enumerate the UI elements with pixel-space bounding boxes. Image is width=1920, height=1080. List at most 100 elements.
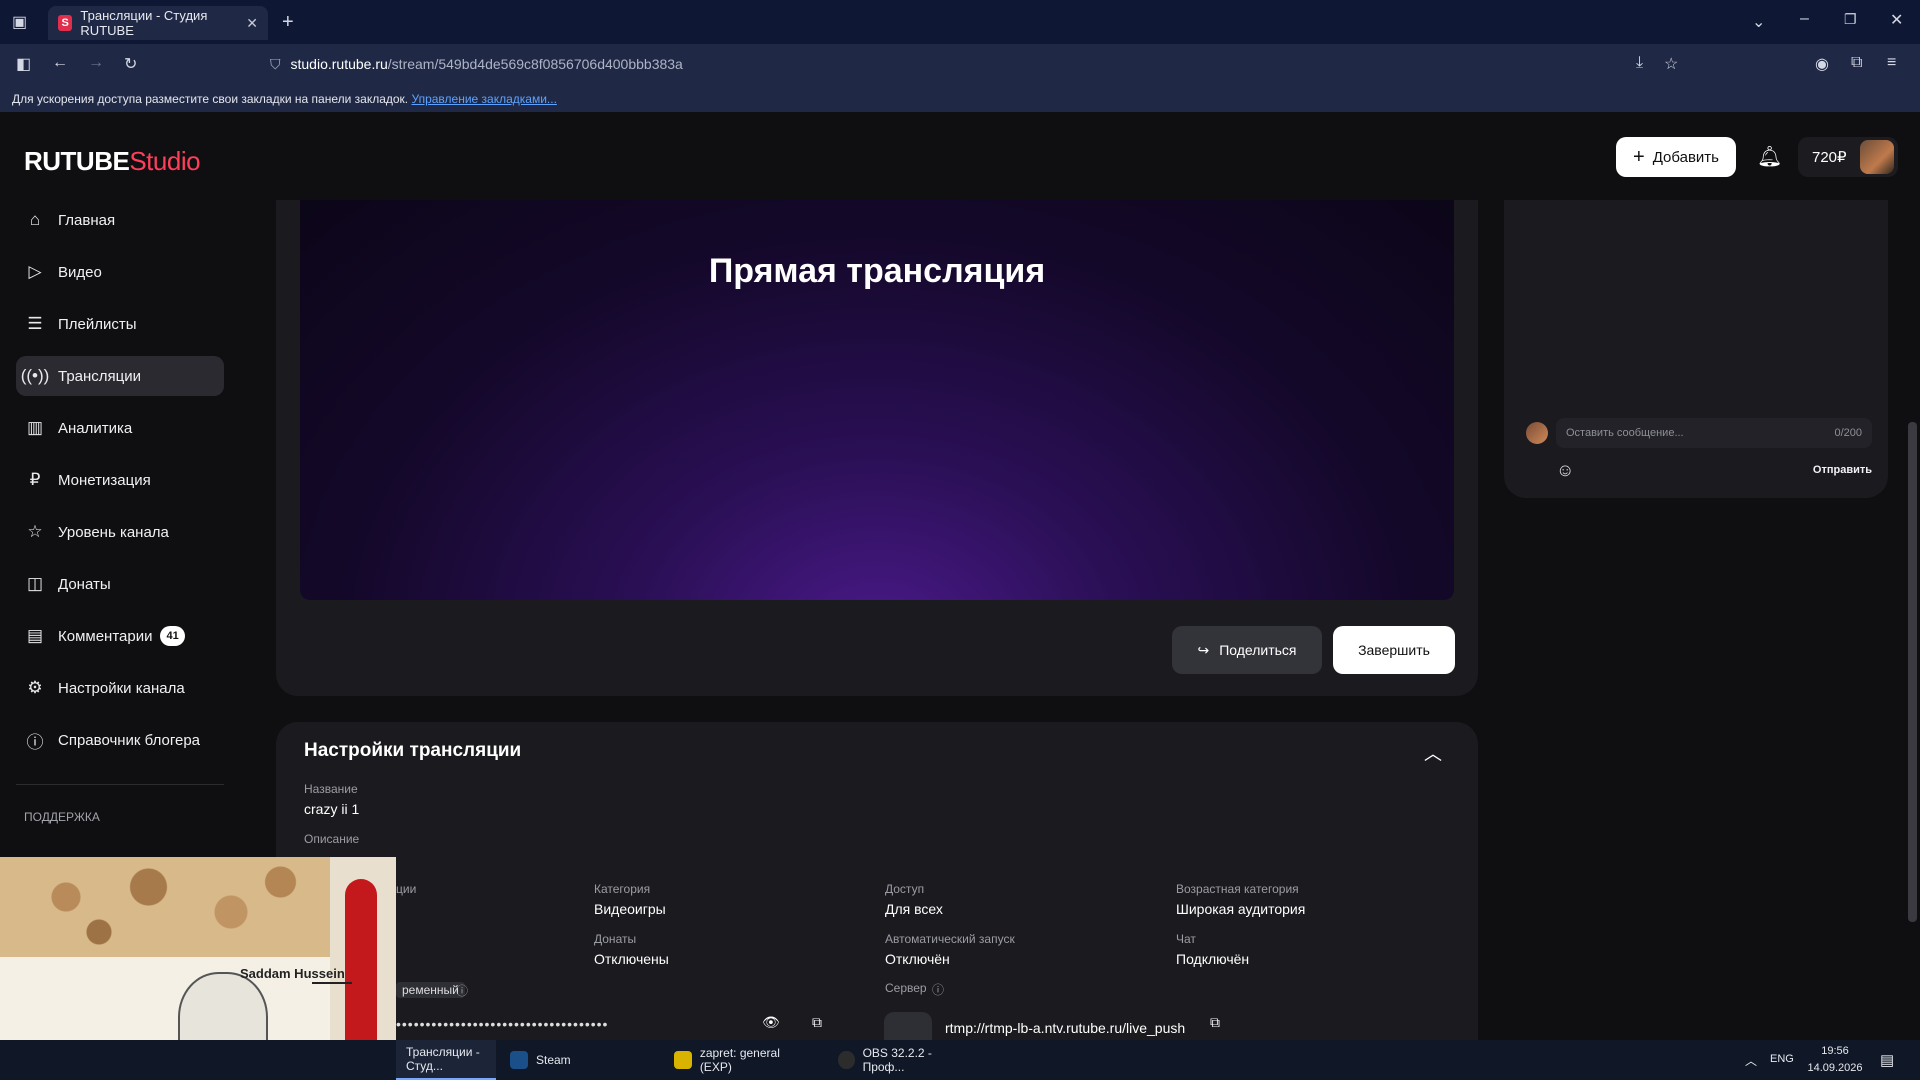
copy-key-icon[interactable]: ⧉ — [812, 1014, 822, 1031]
partial-label: ции — [396, 882, 417, 896]
app-header: RUTUBEStudio + Добавить 🔔︎ 720₽ — [0, 112, 1905, 200]
forward-icon[interactable]: → — [88, 54, 104, 72]
url-path: /stream/549bd4de569c8f0856706d400bbb383a — [387, 56, 683, 72]
chevron-up-icon[interactable]: ︿ — [1424, 740, 1442, 766]
show-key-eye-icon[interactable]: 👁︎ — [762, 1014, 780, 1031]
sidebar-item-broadcasts[interactable]: ((•)) Трансляции — [16, 356, 224, 396]
taskbar-item-label: Steam — [536, 1053, 571, 1067]
sidebar-item-video[interactable]: ▷ Видео — [16, 252, 224, 292]
bookmark-star-icon[interactable]: ☆ — [1664, 54, 1678, 74]
page-scrollbar[interactable] — [1905, 112, 1920, 1040]
taskbar-item-browser[interactable]: Трансляции - Студ... — [396, 1040, 496, 1080]
wallet-button[interactable]: 720₽ — [1798, 137, 1898, 177]
close-tab-icon[interactable]: ✕ — [246, 15, 258, 32]
tray-expand-icon[interactable]: ︿ — [1745, 1052, 1757, 1069]
donate-icon: ◫ — [26, 574, 44, 593]
sidebar-item-channel-settings[interactable]: ⚙ Настройки канала — [16, 668, 224, 708]
copy-server-icon[interactable]: ⧉ — [1210, 1014, 1220, 1031]
scrollbar-thumb[interactable] — [1908, 422, 1917, 922]
share-icon: ↪ — [1197, 641, 1210, 658]
taskbar-item-zapret[interactable]: zapret: general (EXP) — [664, 1040, 824, 1080]
sidebar-item-label: Аналитика — [58, 419, 133, 437]
help-icon[interactable]: ⓘ — [456, 982, 468, 999]
sidebar-item-comments[interactable]: ▤ Комментарии 41 — [16, 616, 224, 656]
reload-icon[interactable]: ↻ — [124, 54, 137, 74]
logo-suffix: Studio — [129, 146, 201, 176]
info-icon: ⓘ — [26, 732, 44, 752]
new-tab-icon[interactable]: + — [282, 11, 294, 34]
bookmarks-bar: Для ускорения доступа разместите свои за… — [0, 84, 1920, 112]
plus-icon: + — [1633, 145, 1645, 168]
age-value: Широкая аудитория — [1176, 901, 1306, 917]
send-button[interactable]: Отправить — [1813, 464, 1872, 476]
install-app-icon[interactable]: ⤓ — [1636, 54, 1643, 72]
tab-actions-icon[interactable]: ▣ — [12, 12, 27, 32]
star-icon: ☆ — [27, 522, 43, 541]
restore-icon[interactable]: ❐ — [1844, 11, 1857, 28]
name-value: crazy ii 1 — [304, 801, 360, 817]
autostart-label: Автоматический запуск — [885, 932, 1015, 946]
stream-preview[interactable]: Прямая трансляция — [300, 200, 1454, 600]
sidebar-item-home[interactable]: ⌂ Главная — [16, 200, 224, 240]
tab-search-icon[interactable]: ⌄ — [1752, 12, 1765, 32]
description-label: Описание — [304, 832, 360, 846]
menu-icon[interactable]: ≡ — [1887, 54, 1896, 72]
back-icon[interactable]: ← — [52, 54, 68, 72]
sidebar-item-monetization[interactable]: ₽ Монетизация — [16, 460, 224, 500]
avatar[interactable] — [1860, 140, 1894, 174]
sidebar-divider — [16, 784, 224, 785]
chat-message-input[interactable]: Оставить сообщение... 0/200 — [1556, 418, 1872, 448]
access-value: Для всех — [885, 901, 943, 917]
language-indicator[interactable]: ENG — [1770, 1053, 1794, 1065]
server-icon — [884, 1012, 932, 1042]
browser-tab-bar: ▣ S Трансляции - Студия RUTUBE ✕ + ⌄ – ❐… — [0, 0, 1920, 44]
logo-main: RUTUBE — [24, 146, 130, 176]
dirt-background — [0, 857, 330, 957]
chat-label: Чат — [1176, 932, 1196, 946]
share-button[interactable]: ↪ Поделиться — [1172, 626, 1322, 674]
system-clock[interactable]: 19:56 14.09.2026 — [1805, 1043, 1865, 1077]
arrow-shape — [312, 982, 352, 984]
sidebar-item-label: Справочник блогера — [58, 731, 201, 749]
close-window-icon[interactable]: ✕ — [1890, 10, 1903, 30]
add-button[interactable]: + Добавить — [1616, 137, 1736, 177]
extensions-icon[interactable]: ⧉ — [1851, 54, 1862, 72]
taskbar-item-obs[interactable]: OBS 32.2.2 - Проф... — [828, 1040, 978, 1080]
sidebar-item-channel-level[interactable]: ☆ Уровень канала — [16, 512, 224, 552]
browser-tab[interactable]: S Трансляции - Студия RUTUBE ✕ — [48, 6, 268, 40]
avatar — [1526, 422, 1548, 444]
sidebar-toggle-icon[interactable]: ◧ — [16, 54, 31, 74]
notification-center-icon[interactable]: ▤ — [1880, 1051, 1894, 1069]
manage-bookmarks-link[interactable]: Управление закладками... — [411, 92, 556, 106]
taskbar-item-steam[interactable]: Steam — [500, 1040, 656, 1080]
sidebar-item-donations[interactable]: ◫ Донаты — [16, 564, 224, 604]
chat-value: Подключён — [1176, 951, 1250, 967]
notifications-bell-icon[interactable]: 🔔︎ — [1757, 144, 1782, 169]
live-stream-title: Прямая трансляция — [708, 252, 1046, 290]
name-label: Название — [304, 782, 358, 796]
stream-type-tag: ременный — [396, 982, 465, 998]
sidebar-item-label: Плейлисты — [58, 315, 137, 333]
help-icon[interactable]: ⓘ — [932, 981, 944, 998]
url-field[interactable]: ⛉ studio.rutube.ru/stream/549bd4de569c8f… — [270, 52, 683, 76]
sidebar-item-label: Главная — [58, 211, 116, 229]
profile-icon[interactable]: ◉ — [1815, 54, 1829, 74]
gear-icon: ⚙ — [27, 678, 43, 697]
end-stream-button[interactable]: Завершить — [1333, 626, 1455, 674]
minimize-icon[interactable]: – — [1800, 10, 1809, 28]
bookmarks-hint: Для ускорения доступа разместите свои за… — [12, 92, 409, 106]
rutube-studio-logo[interactable]: RUTUBEStudio — [24, 146, 201, 177]
sidebar-item-analytics[interactable]: ▥ Аналитика — [16, 408, 224, 448]
stream-settings-panel: Настройки трансляции ︿ Название crazy ii… — [276, 722, 1478, 1042]
comments-count-badge: 41 — [160, 626, 185, 646]
sidebar-item-label: Видео — [58, 263, 102, 281]
sidebar-item-creator-guide[interactable]: ⓘ Справочник блогера — [16, 720, 224, 760]
share-button-label: Поделиться — [1219, 642, 1297, 658]
emoji-icon[interactable]: ☺ — [1556, 460, 1574, 481]
site-info-icon[interactable]: ⛉ — [270, 56, 281, 73]
rutube-favicon-icon: S — [58, 15, 73, 31]
tab-title: Трансляции - Студия RUTUBE — [80, 8, 208, 38]
terminal-icon — [674, 1051, 692, 1069]
sidebar-item-playlists[interactable]: ☰ Плейлисты — [16, 304, 224, 344]
chat-placeholder: Оставить сообщение... — [1566, 427, 1684, 439]
